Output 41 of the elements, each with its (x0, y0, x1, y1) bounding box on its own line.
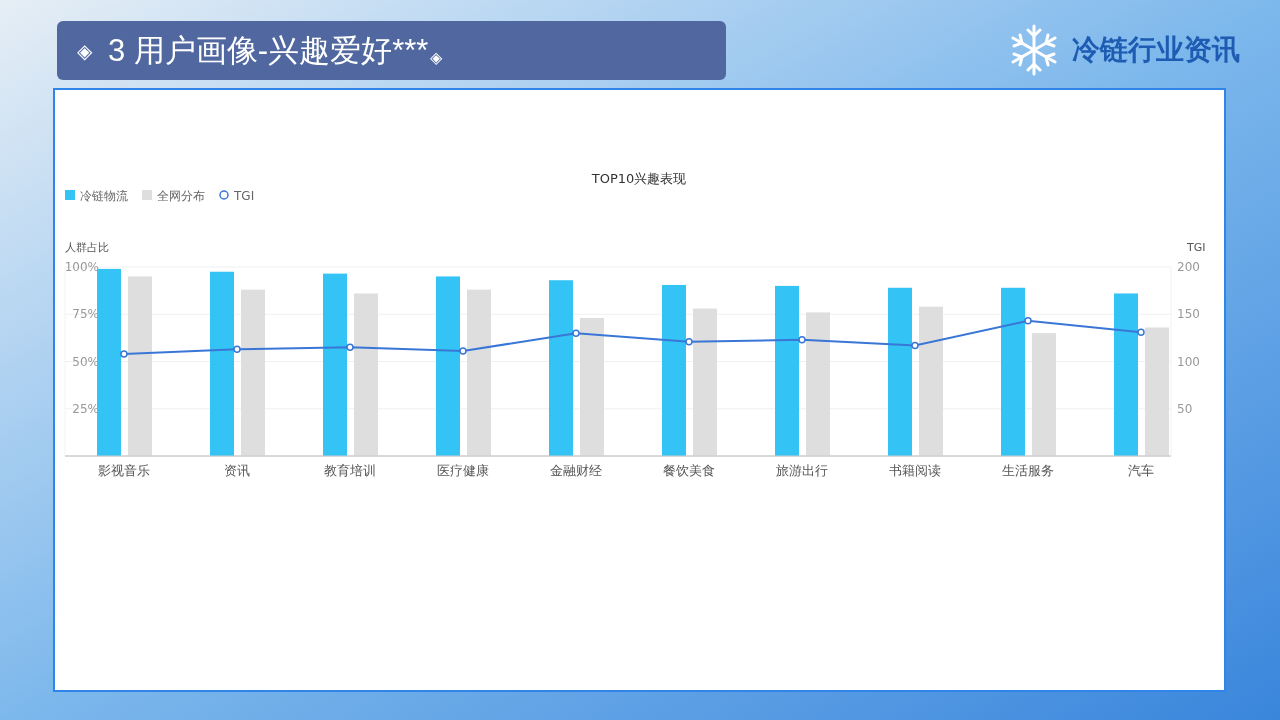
axis-tick-label: 100% (64, 260, 99, 274)
category-label: 医疗健康 (437, 463, 489, 478)
category-label: 教育培训 (324, 463, 376, 478)
line-point (572, 329, 580, 337)
line-point (1137, 328, 1145, 336)
line-point (346, 343, 354, 352)
category-label: 影视音乐 (98, 463, 150, 478)
axis-tick-label: 75% (72, 307, 99, 322)
axis-tick-label: 150 (1177, 307, 1200, 322)
axis-tick-label: 100 (1177, 354, 1200, 369)
category-label: 书籍阅读 (889, 463, 941, 478)
axis-tick-label: 25% (72, 401, 99, 416)
axis-tick-label: 50% (72, 354, 99, 369)
line-point (798, 336, 806, 344)
diamond-mark: ◈ (430, 50, 443, 66)
chart-title: TOP10兴趣表现 (591, 171, 687, 186)
line-point (459, 347, 467, 355)
line-point (911, 341, 919, 350)
legend-label: 全网分布 (157, 189, 205, 203)
category-label: 生活服务 (1002, 463, 1054, 478)
legend-swatch (142, 190, 152, 200)
category-label: 汽车 (1128, 463, 1154, 478)
axis-tick-label: 200 (1177, 260, 1200, 274)
legend-label: 冷链物流 (80, 189, 128, 203)
legend-label: TGI (234, 189, 255, 203)
category-label: 餐饮美食 (663, 463, 715, 478)
brand-name: 冷链行业资讯 (1072, 33, 1240, 67)
category-label: 资讯 (224, 463, 250, 478)
legend-marker (219, 190, 229, 200)
axis-title: TGI (1187, 241, 1206, 254)
axis-tick-label: 50 (1177, 401, 1193, 416)
line-point (233, 345, 241, 353)
legend-swatch (65, 190, 75, 200)
axis-title: 人群占比 (65, 241, 109, 254)
category-label: 旅游出行 (776, 463, 828, 478)
line-point (685, 337, 693, 346)
line-point (1024, 317, 1032, 325)
line-point (120, 350, 128, 358)
category-label: 金融财经 (550, 463, 602, 478)
slide-title: 3 用户画像-兴趣爱好*** (108, 35, 429, 66)
diamond-bullet: ◈ (77, 38, 92, 64)
